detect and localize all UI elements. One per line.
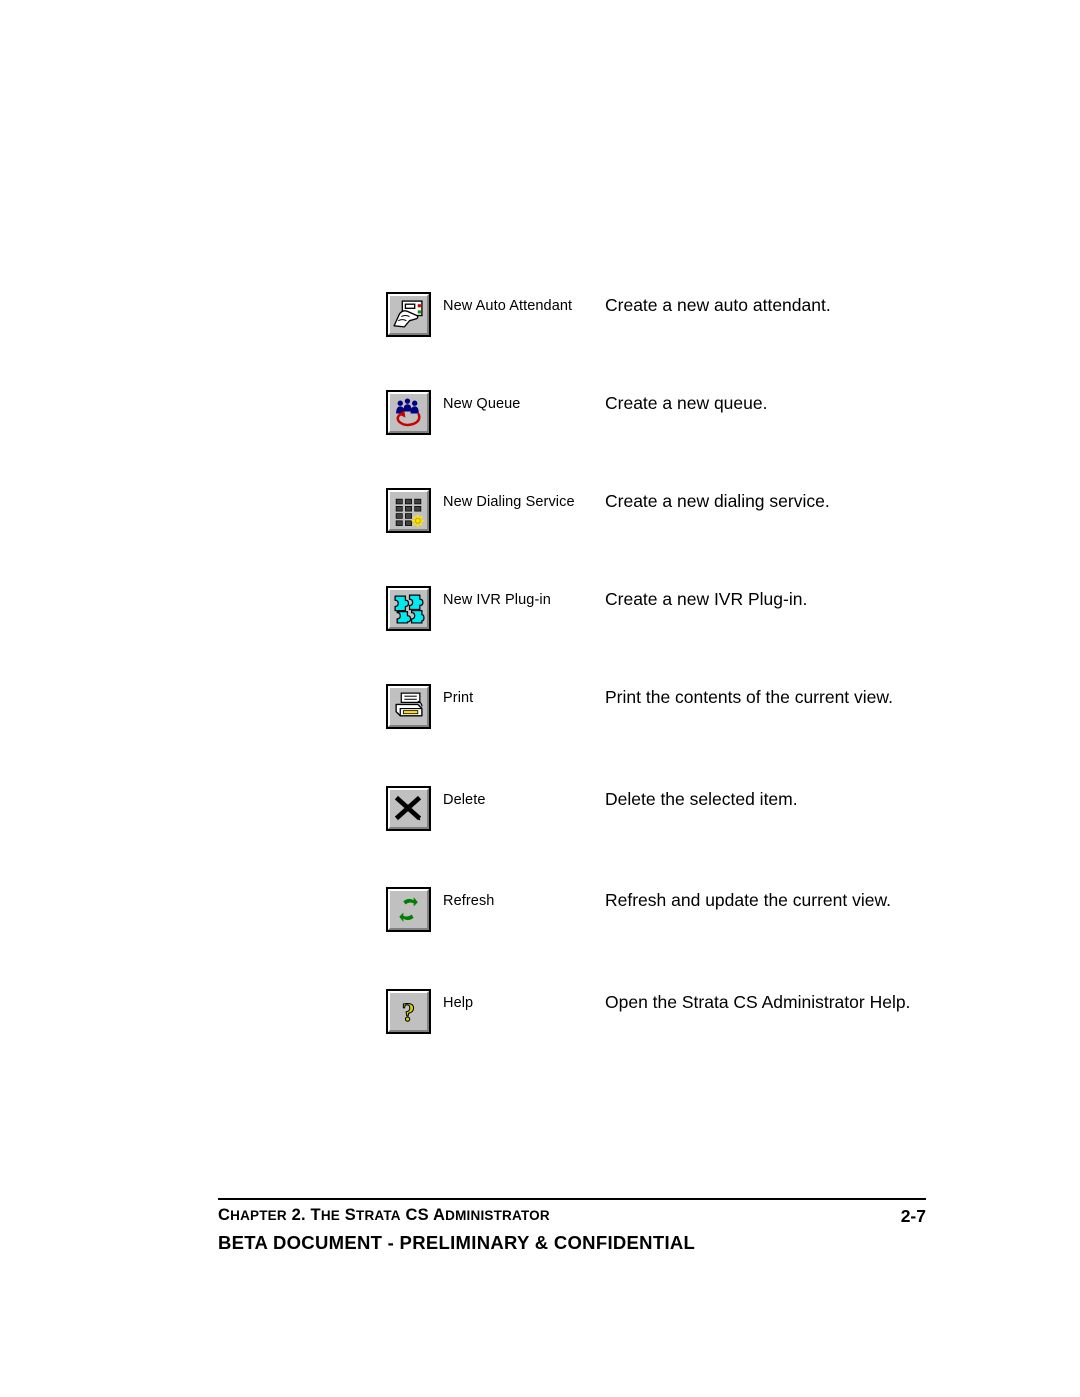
svg-text:?: ? (402, 997, 415, 1027)
row-label: New IVR Plug-in (443, 592, 551, 608)
row-description: Open the Strata CS Administrator Help. (605, 992, 911, 1012)
row-label: Delete (443, 792, 486, 808)
new-dialing-service-icon[interactable] (386, 488, 431, 533)
page-footer: CHAPTER 2. THE STRATA CS ADMINISTRATOR 2… (218, 1198, 926, 1254)
row-label: New Auto Attendant (443, 298, 573, 314)
print-icon[interactable] (386, 684, 431, 729)
new-queue-icon[interactable] (386, 390, 431, 435)
table-row: New IVR Plug-in Create a new IVR Plug-in… (0, 586, 1080, 684)
table-row: Delete Delete the selected item. (0, 786, 1080, 884)
row-description: Create a new auto attendant. (605, 295, 831, 315)
row-label: New Dialing Service (443, 494, 575, 510)
row-description: Print the contents of the current view. (605, 687, 893, 707)
table-row: Refresh Refresh and update the current v… (0, 887, 1080, 985)
row-label: New Queue (443, 396, 521, 412)
refresh-icon[interactable] (386, 887, 431, 932)
row-label: Refresh (443, 893, 495, 909)
page-number: 2-7 (900, 1206, 926, 1226)
footer-divider (218, 1198, 926, 1200)
row-label: Help (443, 995, 474, 1011)
row-description: Refresh and update the current view. (605, 890, 892, 910)
footer-chapter-title: CHAPTER 2. THE STRATA CS ADMINISTRATOR (218, 1206, 550, 1224)
row-description: Create a new queue. (605, 393, 768, 413)
row-description: Create a new dialing service. (605, 491, 830, 511)
help-icon[interactable]: ? (386, 989, 431, 1034)
new-auto-attendant-icon[interactable] (386, 292, 431, 337)
table-row: New Queue Create a new queue. (0, 390, 1080, 488)
table-row: Print Print the contents of the current … (0, 684, 1080, 782)
row-label: Print (443, 690, 474, 706)
table-row: New Dialing Service Create a new dialing… (0, 488, 1080, 586)
new-ivr-plugin-icon[interactable] (386, 586, 431, 631)
row-description: Create a new IVR Plug-in. (605, 589, 808, 609)
footer-beta-notice: BETA DOCUMENT - PRELIMINARY & CONFIDENTI… (218, 1232, 696, 1253)
row-description: Delete the selected item. (605, 789, 798, 809)
delete-icon[interactable] (386, 786, 431, 831)
table-row: New Auto Attendant Create a new auto att… (0, 292, 1080, 390)
table-row: ? Help Open the Strata CS Administrator … (0, 989, 1080, 1087)
footer-top-line: CHAPTER 2. THE STRATA CS ADMINISTRATOR 2… (218, 1206, 926, 1228)
